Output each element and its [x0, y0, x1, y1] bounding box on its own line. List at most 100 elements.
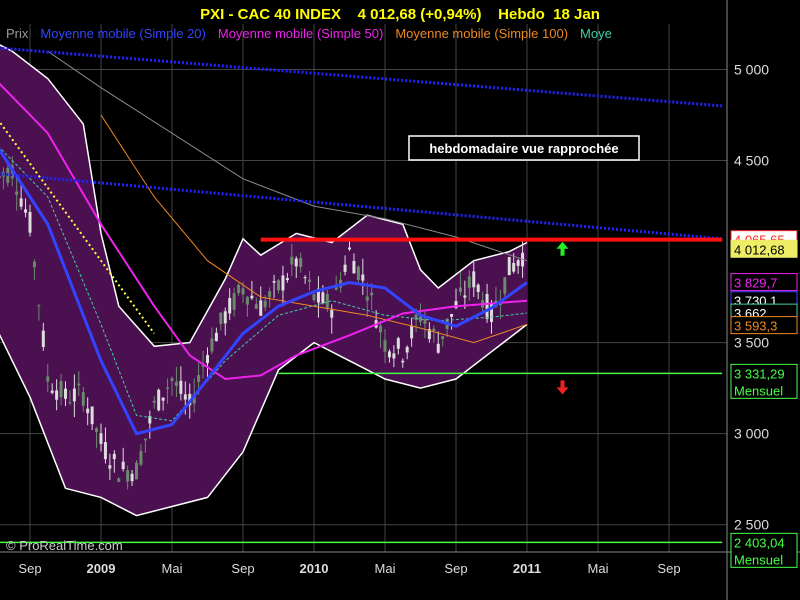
candle-body	[59, 381, 63, 398]
watermark: © ProRealTime.com	[6, 538, 123, 553]
candle-body	[37, 305, 41, 307]
candle-body	[414, 314, 418, 321]
candle-body	[259, 300, 263, 316]
x-tick-label: Sep	[657, 561, 680, 576]
y-tick-label: 3 500	[734, 335, 769, 351]
candle-body	[170, 378, 174, 382]
annotation-text: hebdomadaire vue rapprochée	[429, 141, 618, 156]
candle-body	[370, 292, 374, 296]
candle-body	[86, 408, 90, 414]
candle-body	[250, 295, 254, 299]
candle-body	[343, 264, 347, 272]
candle-body	[401, 360, 405, 363]
candle-body	[210, 338, 214, 352]
candle-body	[516, 260, 520, 266]
candle-body	[99, 433, 103, 444]
candle-body	[405, 347, 409, 353]
candle-body	[103, 442, 107, 460]
candle-body	[299, 258, 303, 268]
candle-body	[46, 376, 50, 382]
candle-body	[383, 340, 387, 352]
price-badge-label: 3 331,29	[734, 366, 785, 381]
candle-body	[294, 258, 298, 267]
candle-body	[126, 470, 130, 482]
price-badge-label: 3 593,3	[734, 319, 777, 334]
candle-body	[232, 293, 236, 310]
candle-body	[303, 277, 307, 279]
candle-body	[392, 353, 396, 359]
candle-body	[485, 294, 489, 319]
price-badge-label: 2 403,04	[734, 535, 785, 550]
candle-body	[174, 381, 178, 386]
candle-body	[308, 279, 312, 282]
candle-body	[95, 428, 99, 432]
candle-body	[379, 325, 383, 333]
y-tick-label: 2 500	[734, 517, 769, 533]
candle-body	[64, 388, 67, 399]
x-tick-label: 2011	[513, 561, 541, 576]
candle-body	[166, 387, 170, 389]
legend-item: Moyenne mobile (Simple 100)	[395, 26, 568, 41]
x-tick-label: 2009	[87, 561, 116, 576]
y-tick-label: 3 000	[734, 426, 769, 442]
candle-body	[472, 271, 476, 288]
candle-body	[130, 473, 134, 482]
candle-body	[135, 462, 138, 480]
candle-body	[410, 325, 414, 339]
legend-item: Prix	[6, 26, 29, 41]
candle-body	[179, 380, 183, 394]
candle-body	[356, 266, 360, 281]
candle-body	[241, 288, 245, 295]
candle-body	[325, 294, 329, 308]
candle-body	[436, 343, 440, 353]
candle-body	[285, 278, 289, 281]
price-badge-sub: Mensuel	[734, 383, 783, 398]
candle-body	[112, 453, 116, 460]
x-tick-label: Mai	[588, 561, 609, 576]
candle-body	[90, 406, 94, 425]
candle-body	[281, 275, 285, 291]
candle-body	[68, 402, 72, 404]
candle-body	[254, 304, 258, 309]
y-tick-label: 5 000	[734, 62, 769, 78]
candle-body	[152, 400, 156, 403]
candle-body	[463, 295, 467, 298]
candle-body	[81, 392, 85, 406]
candle-body	[321, 292, 325, 303]
candle-body	[312, 294, 316, 301]
candle-body	[28, 211, 32, 233]
candle-body	[387, 351, 391, 358]
candle-body	[206, 355, 209, 364]
candle-body	[72, 388, 76, 402]
candle-body	[348, 247, 351, 250]
candle-body	[108, 465, 112, 469]
candle-body	[139, 450, 143, 465]
candle-body	[450, 314, 454, 317]
x-tick-label: Sep	[231, 561, 254, 576]
candle-body	[219, 312, 223, 325]
candle-body	[214, 332, 218, 342]
legend-item: Moye	[580, 26, 612, 41]
candle-body	[352, 261, 356, 274]
y-tick-label: 4 500	[734, 153, 769, 169]
candle-body	[157, 389, 161, 411]
candle-body	[41, 330, 45, 348]
candle-body	[19, 198, 23, 207]
x-tick-label: Mai	[375, 561, 396, 576]
candle-body	[365, 296, 369, 301]
candle-body	[245, 296, 249, 305]
candle-body	[330, 309, 334, 318]
legend-item: Moyenne mobile (Simple 20)	[40, 26, 205, 41]
candle-body	[223, 311, 227, 324]
chart-title: PXI - CAC 40 INDEX 4 012,68 (+0,94%) Heb…	[200, 6, 600, 23]
candle-body	[117, 478, 121, 482]
price-badge-label: 4 012,68	[734, 242, 785, 257]
candle-body	[361, 274, 365, 281]
legend: Prix Moyenne mobile (Simple 20) Moyenne mo…	[6, 26, 612, 41]
candle-body	[143, 438, 147, 441]
candle-body	[441, 336, 445, 340]
candle-body	[268, 291, 272, 298]
candle-body	[263, 300, 267, 308]
x-tick-label: 2010	[300, 561, 329, 576]
x-tick-label: Mai	[162, 561, 183, 576]
